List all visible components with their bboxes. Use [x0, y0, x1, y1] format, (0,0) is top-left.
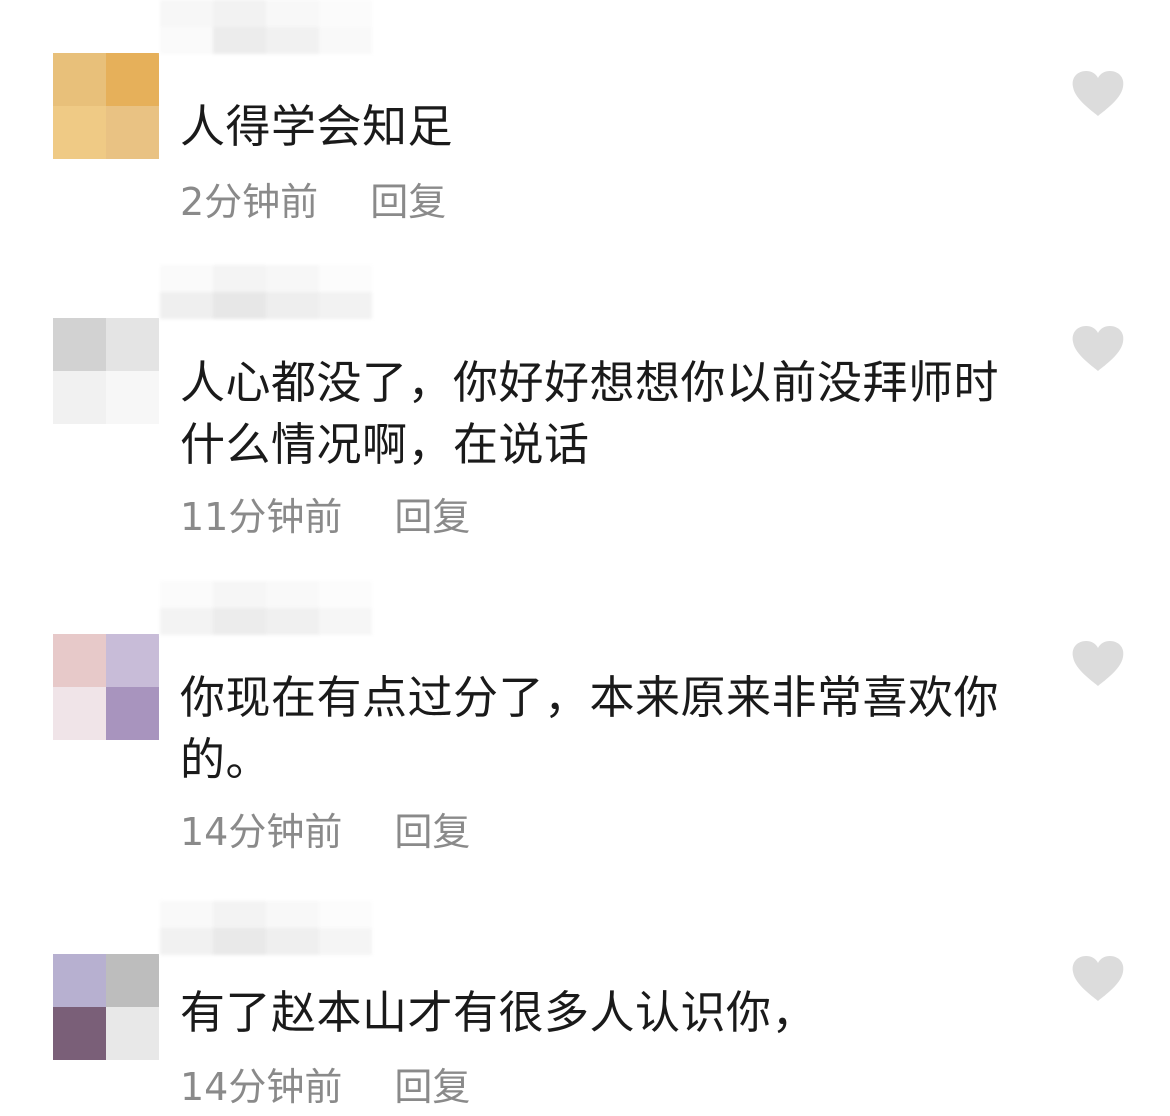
avatar-pixel	[53, 371, 106, 424]
reply-button[interactable]: 回复	[370, 180, 446, 224]
username-blurred[interactable]	[160, 901, 425, 955]
avatar[interactable]	[53, 318, 159, 424]
avatar-pixel	[53, 53, 106, 106]
avatar-pixel	[106, 318, 159, 371]
like-button[interactable]	[1071, 955, 1125, 1003]
like-button[interactable]	[1071, 640, 1125, 688]
avatar-pixel	[106, 1007, 159, 1060]
comment-text: 你现在有点过分了，本来原来非常喜欢你的。	[180, 671, 1000, 786]
comment-meta: 2分钟前 回复	[180, 180, 446, 224]
comment-time: 11分钟前	[180, 495, 343, 539]
avatar-pixel	[53, 1007, 106, 1060]
heart-icon	[1072, 326, 1124, 371]
reply-button[interactable]: 回复	[394, 495, 470, 539]
avatar-pixel	[53, 954, 106, 1007]
comment-meta: 14分钟前 回复	[180, 1065, 470, 1109]
avatar[interactable]	[53, 53, 159, 159]
comment-meta: 11分钟前 回复	[180, 495, 470, 539]
comment-text: 有了赵本山才有很多人认识你，	[180, 986, 818, 1039]
comment-text: 人心都没了，你好好想想你以前没拜师时什么情况啊，在说话	[180, 356, 1000, 471]
reply-button[interactable]: 回复	[394, 1065, 470, 1109]
heart-icon	[1072, 641, 1124, 686]
avatar-pixel	[106, 687, 159, 740]
comment-text: 人得学会知足	[180, 100, 454, 153]
avatar-pixel	[106, 53, 159, 106]
comment-meta: 14分钟前 回复	[180, 810, 470, 854]
comment-time: 2分钟前	[180, 180, 319, 224]
avatar-pixel	[106, 106, 159, 159]
avatar-pixel	[53, 687, 106, 740]
avatar-pixel	[53, 106, 106, 159]
like-button[interactable]	[1071, 325, 1125, 373]
username-blurred[interactable]	[160, 265, 425, 319]
avatar-pixel	[53, 634, 106, 687]
avatar[interactable]	[53, 634, 159, 740]
comment-time: 14分钟前	[180, 1065, 343, 1109]
avatar-pixel	[106, 371, 159, 424]
username-blurred[interactable]	[160, 0, 425, 54]
avatar-pixel	[106, 954, 159, 1007]
reply-button[interactable]: 回复	[394, 810, 470, 854]
username-blurred[interactable]	[160, 581, 425, 635]
heart-icon	[1072, 956, 1124, 1001]
avatar-pixel	[53, 318, 106, 371]
heart-icon	[1072, 71, 1124, 116]
avatar[interactable]	[53, 954, 159, 1060]
like-button[interactable]	[1071, 70, 1125, 118]
avatar-pixel	[106, 634, 159, 687]
comment-time: 14分钟前	[180, 810, 343, 854]
